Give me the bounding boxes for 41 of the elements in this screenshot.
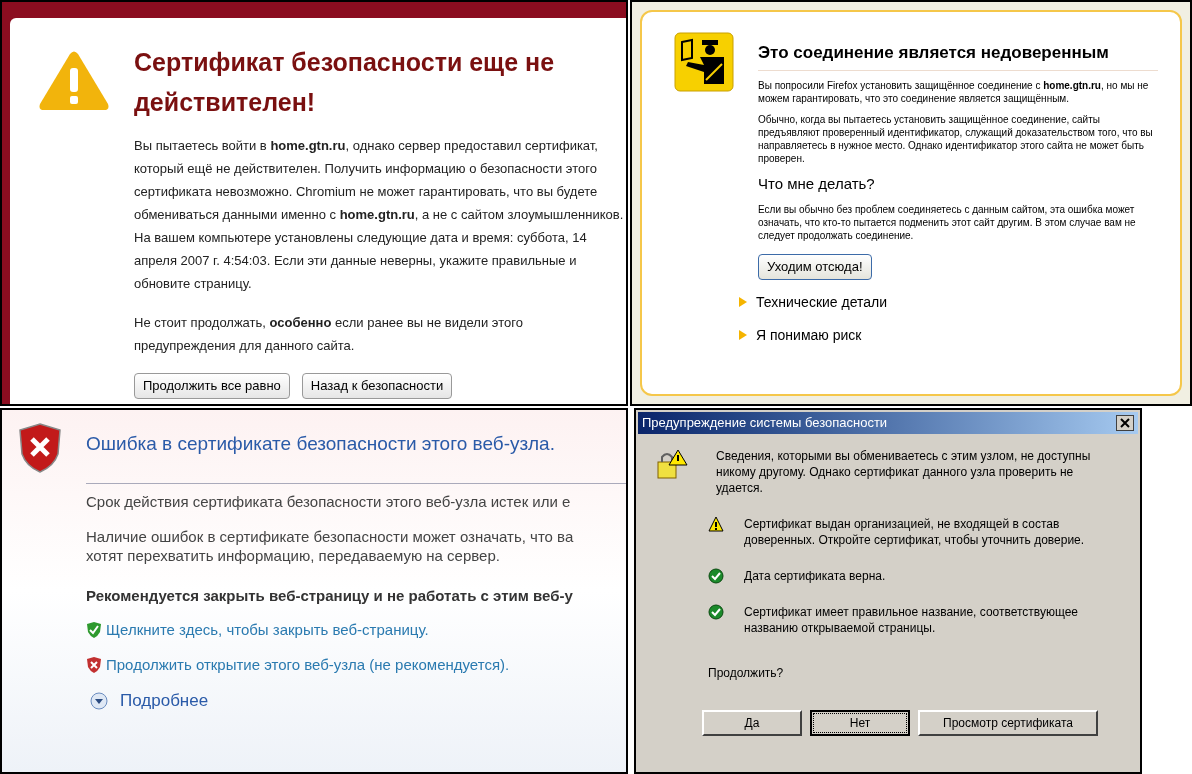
dialog-title: Предупреждение системы безопасности <box>642 414 888 433</box>
dialog-message: Сведения, которыми вы обмениваетесь с этим узлом, не доступны никому другому. Однако сертификат данного узла проверить не удается. <box>716 448 1092 496</box>
advice-text: Если вы обычно без проблем соединяетесь с данным сайтом, эта ошибка может означать, что кто-то пытается подменить этот сайт другим. В этом случае вам не следует продолжать соединение. <box>758 203 1137 242</box>
cross-shield-icon <box>86 655 102 674</box>
action-button[interactable]: Назад к безопасности <box>301 373 453 399</box>
check-text: Сертификат имеет правильное название, соответствующее названию открываемой страницы. <box>744 604 1080 636</box>
section-heading: Что мне делать? <box>758 173 876 194</box>
paragraph: Не стоит продолжать, особенно если ранее вы не видели этого предупреждения для данного сайта. <box>134 314 524 355</box>
check-icon <box>708 604 724 620</box>
paragraph: Вы попросили Firefox установить защищённое соединение с home.gtn.ru, но мы не можем гарантировать, что это соединение является защищённым. <box>758 78 1150 105</box>
paragraph-line: Срок действия сертификата безопасности этого веб-узла истек или е <box>86 491 572 511</box>
check-text: Сертификат выдан организацией, не входящей в состав доверенных. Откройте сертификат, чтобы уточнить доверие. <box>744 516 1086 548</box>
leave-button[interactable]: Уходим отсюда! <box>758 254 872 280</box>
expand-icon[interactable] <box>90 691 108 710</box>
check-text: Дата сертификата верна. <box>744 568 887 584</box>
expander-link[interactable]: Технические детали <box>756 291 888 313</box>
page-title: Ошибка в сертификате безопасности этого веб-узла. <box>86 432 556 456</box>
action-button[interactable]: Продолжить все равно <box>134 373 290 399</box>
link[interactable]: Продолжить открытие этого веб-узла (не рекомендуется). <box>106 653 510 676</box>
paragraph-line: Наличие ошибок в сертификате безопасности может означать, что ва <box>86 526 575 546</box>
page-title: Сертификат безопасности еще не действителен! <box>134 47 556 118</box>
recommendation-text: Рекомендуется закрыть веб-страницу и не работать с этим веб-у <box>86 585 574 606</box>
link[interactable]: Щелкните здесь, чтобы закрыть веб-страницу. <box>106 619 429 642</box>
error-shield-icon <box>18 422 62 474</box>
officer-icon <box>674 32 734 92</box>
check-shield-icon <box>86 621 102 640</box>
dialog-button[interactable]: Просмотр сертификата <box>918 710 1098 736</box>
lock-warning-icon <box>656 448 688 480</box>
more-link[interactable]: Подробнее <box>120 688 209 714</box>
paragraph: Вы пытаетесь войти в home.gtn.ru, однако сервер предоставил сертификат, который ещё не действителен. Получить информацию о безопасности этого сертификата невозможно. Chromium не может гарантировать, что вы будете обмениваться данными именно с home.gtn.ru, а не с сайтом злоумышленников. На вашем компьютере установлены следующие дата и время: суббота, 14 апреля 2007 г. 4:54:03. Если эти данные неверны, укажите правильные и обновите страницу. <box>134 137 624 293</box>
dialog-button[interactable]: Нет <box>810 710 910 736</box>
question-text: Продолжить? <box>707 665 785 682</box>
paragraph: Обычно, когда вы пытаетесь установить защищённое соединение, сайты предъявляют проверенный идентификатор, служащий доказательством того, что вы направляетесь в нужное место. Однако идентификатор этого сайта не может быть проверен. <box>758 112 1154 165</box>
expander-link[interactable]: Я понимаю риск <box>756 324 862 346</box>
check-icon <box>708 568 724 584</box>
warning-icon <box>708 516 724 532</box>
paragraph-line: хотят перехватить информацию, передаваемую на сервер. <box>86 545 501 565</box>
close-icon[interactable] <box>1116 415 1134 431</box>
warning-icon <box>38 50 110 112</box>
dialog-button[interactable]: Да <box>702 710 802 736</box>
page-title: Это соединение является недоверенным <box>758 40 1158 71</box>
